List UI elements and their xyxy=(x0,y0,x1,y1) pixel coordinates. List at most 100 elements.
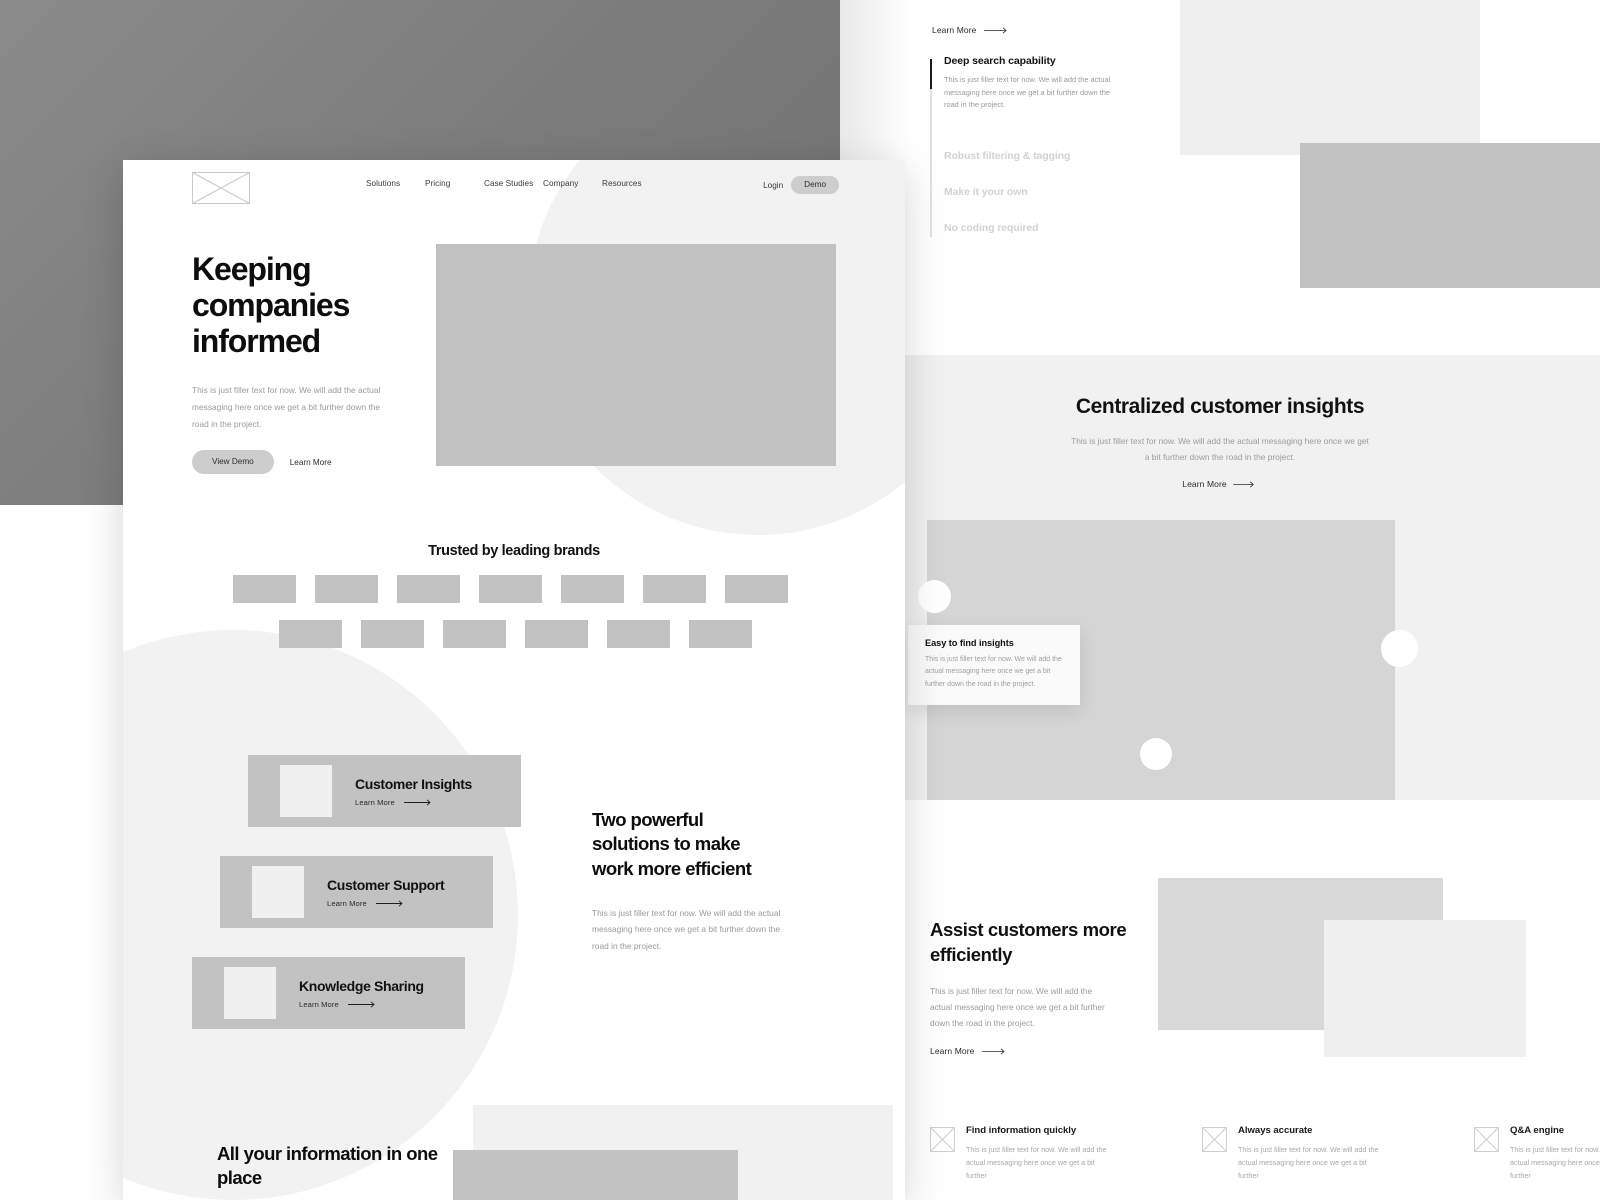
feature-item-deep-search[interactable]: Deep search capability This is just fill… xyxy=(930,55,1160,112)
nav-item-company[interactable]: Company xyxy=(543,179,602,188)
left-page-mockup: Solutions Pricing Case Studies Company R… xyxy=(123,160,905,1200)
nav-item-case-studies[interactable]: Case Studies xyxy=(484,179,543,188)
feature-body: This is just filler text for now. We wil… xyxy=(1510,1145,1600,1180)
learn-more-link[interactable]: Learn More xyxy=(327,899,444,908)
decorative-dot xyxy=(1140,738,1172,770)
feature-column-find-information: Find information quickly This is just fi… xyxy=(930,1125,1112,1183)
solution-card-customer-support[interactable]: Customer Support Learn More xyxy=(220,856,493,928)
solution-card-customer-insights[interactable]: Customer Insights Learn More xyxy=(248,755,521,827)
mockup-canvas: Learn More Deep search capability This i… xyxy=(0,0,1600,1200)
solutions-heading: Two powerful solutions to make work more… xyxy=(592,809,752,879)
brand-logo-placeholder xyxy=(279,620,342,648)
feature-columns-row: Find information quickly This is just fi… xyxy=(840,1125,1600,1183)
brand-logo-placeholder xyxy=(479,575,542,603)
top-navigation: Solutions Pricing Case Studies Company R… xyxy=(123,160,905,218)
learn-more-link[interactable]: Learn More xyxy=(299,1000,424,1009)
hero-body: This is just filler text for now. We wil… xyxy=(192,385,381,429)
solution-card-knowledge-sharing[interactable]: Knowledge Sharing Learn More xyxy=(192,957,465,1029)
feature-item-make-it-your-own[interactable]: Make it your own xyxy=(930,186,1160,198)
brand-logo-row-1 xyxy=(233,575,788,603)
brand-logo-placeholder xyxy=(443,620,506,648)
demo-button[interactable]: Demo xyxy=(791,176,839,195)
centralized-body: This is just filler text for now. We wil… xyxy=(1071,436,1369,463)
feature-title: Q&A engine xyxy=(1510,1125,1565,1136)
decorative-dot xyxy=(918,580,951,613)
feature-item-no-coding-required[interactable]: No coding required xyxy=(930,222,1160,234)
accordion-rail xyxy=(930,59,932,237)
learn-more-label: Learn More xyxy=(930,1046,975,1056)
image-placeholder-top-a xyxy=(1180,0,1480,155)
feature-column-qa-engine: Q&A engine This is just filler text for … xyxy=(1474,1125,1600,1183)
brand-logo-placeholder xyxy=(361,620,424,648)
brand-logo-placeholder xyxy=(525,620,588,648)
feature-body: This is just filler text for now. We wil… xyxy=(1238,1145,1379,1180)
arrow-right-icon xyxy=(347,1000,375,1008)
hero-image-placeholder xyxy=(436,244,836,466)
nav-item-resources[interactable]: Resources xyxy=(602,179,661,188)
arrow-right-icon xyxy=(982,1048,1006,1054)
solution-name: Customer Support xyxy=(327,876,445,893)
feature-title: Always accurate xyxy=(1238,1125,1313,1136)
feature-accordion-list: Deep search capability This is just fill… xyxy=(930,55,1160,237)
feature-column-always-accurate: Always accurate This is just filler text… xyxy=(1202,1125,1384,1183)
solutions-body: This is just filler text for now. We wil… xyxy=(592,908,781,951)
assist-body: This is just filler text for now. We wil… xyxy=(930,986,1105,1029)
learn-more-link-assist[interactable]: Learn More xyxy=(930,1046,1008,1056)
feature-title: Make it your own xyxy=(944,186,1028,199)
brand-logo-placeholder xyxy=(689,620,752,648)
brand-logo-placeholder xyxy=(725,575,788,603)
centralized-title: Centralized customer insights xyxy=(1075,395,1365,418)
feature-body: This is just filler text for now. We wil… xyxy=(966,1145,1107,1180)
nav-item-solutions[interactable]: Solutions xyxy=(366,179,425,188)
brand-logo-placeholder xyxy=(643,575,706,603)
solution-name: Customer Insights xyxy=(355,775,472,792)
login-link[interactable]: Login xyxy=(763,181,783,190)
feature-title: Find information quickly xyxy=(966,1125,1077,1136)
learn-more-label: Learn More xyxy=(1182,479,1227,489)
arrow-right-icon xyxy=(984,27,1008,33)
learn-more-label: Learn More xyxy=(327,898,367,908)
feature-item-robust-filtering[interactable]: Robust filtering & tagging xyxy=(930,150,1160,162)
learn-more-link[interactable]: Learn More xyxy=(355,798,472,807)
float-card-title: Easy to find insights xyxy=(925,638,1014,648)
image-placeholder-icon xyxy=(930,1127,955,1152)
brand-logo-placeholder xyxy=(233,575,296,603)
learn-more-label: Learn More xyxy=(932,25,977,35)
image-placeholder-top-b xyxy=(1300,143,1600,288)
solution-thumbnail xyxy=(224,967,276,1019)
brand-logo-placeholder xyxy=(315,575,378,603)
hero-title: Keeping companies informed xyxy=(192,251,350,359)
decorative-dot xyxy=(1381,630,1418,667)
solution-thumbnail xyxy=(252,866,304,918)
image-placeholder-icon xyxy=(1474,1127,1499,1152)
learn-more-label: Learn More xyxy=(299,999,339,1009)
float-card-body: This is just filler text for now. We wil… xyxy=(925,656,1062,688)
logo-placeholder-icon[interactable] xyxy=(192,172,250,204)
bottom-section-title: All your information in one place xyxy=(217,1143,438,1189)
learn-more-link-top[interactable]: Learn More xyxy=(932,25,1010,35)
nav-actions: Login Demo xyxy=(763,176,839,195)
solution-name: Knowledge Sharing xyxy=(299,977,424,994)
bottom-image-placeholder-front xyxy=(453,1150,738,1200)
image-placeholder-icon xyxy=(1202,1127,1227,1152)
feature-body: This is just filler text for now. We wil… xyxy=(944,75,1111,110)
brand-logo-placeholder xyxy=(607,620,670,648)
nav-links: Solutions Pricing Case Studies Company R… xyxy=(366,179,661,188)
learn-more-button[interactable]: Learn More xyxy=(290,458,332,467)
view-demo-button[interactable]: View Demo xyxy=(192,450,274,475)
assist-customers-section: Assist customers more efficiently This i… xyxy=(840,800,1600,1200)
solution-thumbnail xyxy=(280,765,332,817)
learn-more-label: Learn More xyxy=(355,797,395,807)
right-top-section: Learn More Deep search capability This i… xyxy=(840,0,1600,355)
centralized-insights-section: Centralized customer insights This is ju… xyxy=(840,355,1600,805)
feature-title: No coding required xyxy=(944,222,1039,235)
feature-title: Robust filtering & tagging xyxy=(944,150,1071,163)
solution-cards: Customer Insights Learn More Customer Su… xyxy=(123,755,543,1058)
trusted-by-title: Trusted by leading brands xyxy=(428,543,600,559)
brand-logo-placeholder xyxy=(397,575,460,603)
easy-to-find-insights-card: Easy to find insights This is just fille… xyxy=(908,625,1080,705)
feature-title: Deep search capability xyxy=(944,55,1056,67)
nav-item-pricing[interactable]: Pricing xyxy=(425,179,484,188)
learn-more-link-centralized[interactable]: Learn More xyxy=(1182,479,1257,489)
assist-image-placeholder-front xyxy=(1324,920,1526,1057)
